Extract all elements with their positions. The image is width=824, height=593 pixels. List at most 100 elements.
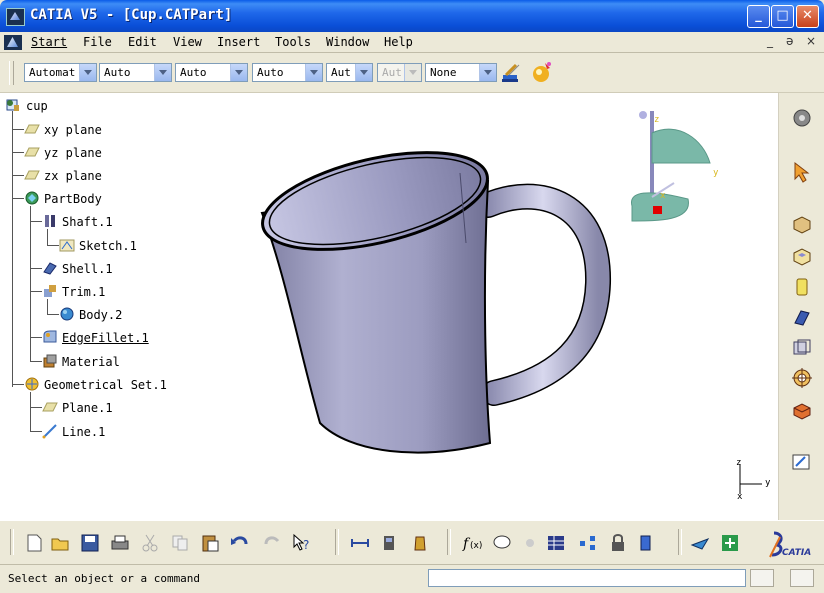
transparency-combo[interactable]: Auto bbox=[99, 63, 172, 82]
tree-node-shaft[interactable]: Shaft.1 bbox=[62, 214, 113, 230]
power-input-button[interactable] bbox=[750, 569, 774, 587]
target-icon[interactable] bbox=[791, 367, 813, 389]
toolbar-grip[interactable] bbox=[9, 61, 14, 85]
menu-file[interactable]: File bbox=[83, 35, 112, 49]
layer-combo[interactable]: None bbox=[425, 63, 497, 82]
line-icon[interactable] bbox=[42, 423, 58, 439]
fill-color-combo[interactable]: Automat bbox=[24, 63, 97, 82]
measure-icon[interactable] bbox=[350, 533, 370, 553]
formula-icon[interactable]: f (x) bbox=[462, 533, 482, 553]
chevron-down-icon[interactable] bbox=[154, 64, 171, 81]
compass-widget[interactable] bbox=[618, 111, 728, 231]
part-icon[interactable] bbox=[5, 97, 21, 113]
mdi-restore-button[interactable]: ǝ bbox=[786, 34, 793, 48]
power-input-field[interactable] bbox=[428, 569, 746, 587]
tree-node-cup[interactable]: cup bbox=[26, 98, 48, 114]
menu-tools[interactable]: Tools bbox=[275, 35, 311, 49]
tree-node-body2[interactable]: Body.2 bbox=[79, 307, 122, 323]
partbody-icon[interactable] bbox=[24, 190, 40, 206]
geoset-icon[interactable] bbox=[24, 376, 40, 392]
minimize-button[interactable]: _ bbox=[747, 5, 770, 28]
toolbar-grip[interactable] bbox=[10, 529, 14, 555]
knowledge-icon[interactable] bbox=[578, 533, 598, 553]
plane-icon[interactable] bbox=[42, 399, 58, 415]
open-folder-icon[interactable] bbox=[50, 533, 70, 553]
sketch-icon[interactable] bbox=[59, 237, 75, 253]
tree-node-edgefillet[interactable]: EdgeFillet.1 bbox=[62, 330, 149, 346]
tree-node-xy-plane[interactable]: xy plane bbox=[44, 122, 102, 138]
comment-icon[interactable] bbox=[492, 533, 512, 553]
mdi-close-button[interactable]: × bbox=[806, 34, 816, 48]
design-table-icon[interactable] bbox=[546, 533, 566, 553]
tree-node-zx-plane[interactable]: zx plane bbox=[44, 168, 102, 184]
fit-all-icon[interactable] bbox=[720, 533, 740, 553]
tree-node-line1[interactable]: Line.1 bbox=[62, 424, 105, 440]
start-menu-icon[interactable] bbox=[4, 35, 22, 50]
trim-icon[interactable] bbox=[42, 283, 58, 299]
menu-help[interactable]: Help bbox=[384, 35, 413, 49]
standard-toolbar: ? f (x) CATIA bbox=[0, 520, 824, 565]
select-arrow-icon[interactable] bbox=[791, 161, 813, 183]
whats-this-icon[interactable]: ? bbox=[292, 533, 312, 553]
material-icon[interactable] bbox=[42, 353, 58, 369]
plane-icon[interactable] bbox=[24, 144, 40, 160]
measure-item-icon[interactable] bbox=[380, 533, 400, 553]
menu-insert[interactable]: Insert bbox=[217, 35, 260, 49]
line-thickness-combo[interactable]: Auto bbox=[175, 63, 248, 82]
tree-node-shell[interactable]: Shell.1 bbox=[62, 261, 113, 277]
right-workbench-toolbar bbox=[778, 93, 824, 520]
pocket-icon[interactable] bbox=[791, 245, 813, 267]
tree-node-plane1[interactable]: Plane.1 bbox=[62, 400, 113, 416]
chevron-down-icon[interactable] bbox=[79, 64, 96, 81]
tree-node-material[interactable]: Material bbox=[62, 354, 120, 370]
chevron-down-icon[interactable] bbox=[305, 64, 322, 81]
pad-icon[interactable] bbox=[791, 213, 813, 235]
shell-icon[interactable] bbox=[42, 260, 58, 276]
tree-node-sketch[interactable]: Sketch.1 bbox=[79, 238, 137, 254]
copy-icon bbox=[172, 535, 188, 551]
multi-section-icon[interactable] bbox=[791, 337, 813, 359]
tree-node-geometrical-set[interactable]: Geometrical Set.1 bbox=[44, 377, 167, 393]
menu-edit[interactable]: Edit bbox=[128, 35, 157, 49]
maximize-button[interactable]: □ bbox=[771, 5, 794, 28]
apply-material-icon[interactable] bbox=[530, 60, 554, 84]
mdi-minimize-button[interactable]: _ bbox=[767, 34, 773, 48]
menu-start[interactable]: Start bbox=[31, 35, 67, 49]
redo-icon bbox=[264, 536, 280, 545]
fly-mode-icon[interactable] bbox=[690, 533, 710, 553]
catia-app-icon[interactable] bbox=[6, 8, 25, 26]
chevron-down-icon[interactable] bbox=[479, 64, 496, 81]
point-symbol-combo[interactable]: Aut bbox=[326, 63, 373, 82]
title-bar: CATIA V5 - [Cup.CATPart] _ □ ✕ bbox=[0, 0, 824, 32]
paste-icon[interactable] bbox=[200, 533, 220, 553]
tree-node-trim[interactable]: Trim.1 bbox=[62, 284, 105, 300]
body-icon[interactable] bbox=[59, 306, 75, 322]
line-type-combo[interactable]: Auto bbox=[252, 63, 323, 82]
boolean-icon[interactable] bbox=[791, 399, 813, 421]
undo-icon[interactable] bbox=[230, 533, 250, 553]
measure-inertia-icon[interactable] bbox=[410, 533, 430, 553]
menu-view[interactable]: View bbox=[173, 35, 202, 49]
chevron-down-icon[interactable] bbox=[230, 64, 247, 81]
plane-icon[interactable] bbox=[24, 121, 40, 137]
new-file-icon[interactable] bbox=[24, 533, 44, 553]
gear-icon[interactable] bbox=[791, 107, 813, 129]
edgefillet-icon[interactable] bbox=[42, 329, 58, 345]
save-icon[interactable] bbox=[80, 533, 100, 553]
tree-node-yz-plane[interactable]: yz plane bbox=[44, 145, 102, 161]
format-painter-icon[interactable] bbox=[500, 62, 522, 84]
shaft-icon[interactable] bbox=[42, 213, 58, 229]
shaft-tool-icon[interactable] bbox=[791, 276, 813, 298]
close-button[interactable]: ✕ bbox=[796, 5, 819, 28]
print-icon[interactable] bbox=[110, 533, 130, 553]
tree-node-partbody[interactable]: PartBody bbox=[44, 191, 102, 207]
chevron-down-icon[interactable] bbox=[355, 64, 372, 81]
menu-window[interactable]: Window bbox=[326, 35, 369, 49]
catia-logo: CATIA bbox=[768, 531, 818, 561]
sketcher-icon[interactable] bbox=[791, 451, 813, 473]
rib-icon[interactable] bbox=[791, 307, 813, 329]
status-stop-button[interactable] bbox=[790, 569, 814, 587]
plane-icon[interactable] bbox=[24, 167, 40, 183]
lock-icon[interactable] bbox=[608, 533, 628, 553]
catalog-icon[interactable] bbox=[638, 533, 658, 553]
